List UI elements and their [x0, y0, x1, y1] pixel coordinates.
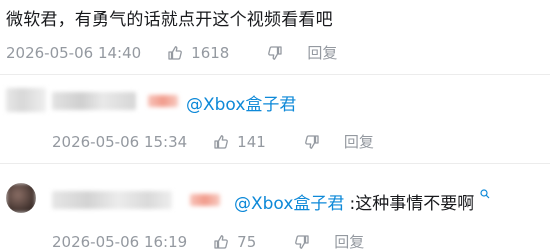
like-count: 141 — [237, 132, 266, 151]
user-badge — [148, 95, 178, 107]
dislike-button[interactable] — [304, 134, 320, 150]
reply-button[interactable]: 回复 — [334, 231, 364, 252]
pixelated-avatar — [6, 183, 36, 213]
thumbs-up-icon — [214, 134, 229, 149]
divider — [0, 74, 550, 75]
reply-button[interactable]: 回复 — [307, 42, 337, 63]
like-button[interactable]: 141 — [213, 133, 266, 151]
thumbs-down-icon — [304, 134, 319, 149]
reply-text: :这种事情不要啊 — [349, 194, 475, 214]
like-button[interactable]: 1618 — [167, 44, 229, 62]
comment-timestamp: 2026-05-06 14:40 — [6, 43, 142, 62]
pixelated-username — [52, 191, 172, 209]
thumbs-up-icon — [168, 45, 183, 60]
dislike-button[interactable] — [294, 234, 310, 250]
pixelated-badge — [148, 95, 178, 107]
reply-content: @Xbox盒子君 :这种事情不要啊 — [234, 189, 490, 214]
reply-button[interactable]: 回复 — [344, 131, 374, 152]
avatar[interactable] — [6, 183, 36, 213]
reply-meta: 2026-05-06 16:19 75 回复 — [52, 231, 364, 252]
pixelated-avatar — [6, 88, 46, 112]
search-icon[interactable] — [480, 189, 490, 199]
comment-meta: 2026-05-06 14:40 1618 回复 — [6, 42, 337, 63]
username[interactable] — [52, 92, 136, 110]
reply-meta: 2026-05-06 15:34 141 回复 — [52, 131, 374, 152]
mention-link[interactable]: @Xbox盒子君 — [186, 95, 296, 115]
thumbs-down-icon — [295, 234, 309, 249]
comment-text: 微软君，有勇气的话就点开这个视频看看吧 — [6, 10, 333, 30]
pixelated-username — [52, 92, 136, 110]
like-button[interactable]: 75 — [213, 233, 256, 251]
thumbs-up-icon — [214, 234, 229, 249]
dislike-button[interactable] — [267, 45, 283, 61]
mention-link[interactable]: @Xbox盒子君 — [234, 194, 344, 214]
reply-timestamp: 2026-05-06 16:19 — [52, 232, 188, 251]
reply-timestamp: 2026-05-06 15:34 — [52, 132, 188, 151]
reply-content: @Xbox盒子君 — [186, 90, 296, 115]
thumbs-down-icon — [268, 45, 283, 60]
like-count: 1618 — [191, 43, 230, 62]
like-count: 75 — [237, 232, 257, 251]
divider — [0, 163, 550, 164]
pixelated-badge — [190, 194, 220, 206]
username[interactable] — [52, 191, 172, 209]
avatar[interactable] — [6, 88, 46, 112]
user-badge — [190, 194, 220, 206]
